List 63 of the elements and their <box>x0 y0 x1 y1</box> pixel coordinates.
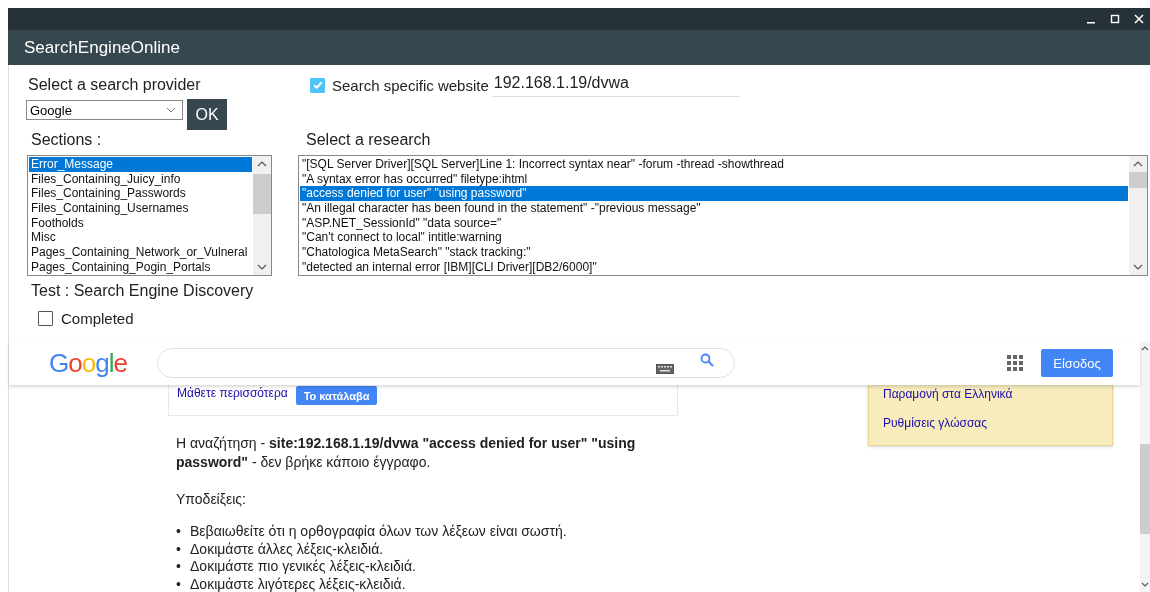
scroll-down-icon[interactable] <box>1141 582 1149 587</box>
keyboard-icon[interactable] <box>656 364 674 374</box>
checkbox[interactable] <box>38 311 53 326</box>
list-item[interactable]: Files_Containing_Juicy_info <box>29 171 252 187</box>
list-item[interactable]: "An illegal character has been found in the statement" -"previous message" <box>300 201 1128 216</box>
scrollbar[interactable] <box>253 156 271 275</box>
bullet: • <box>176 540 182 558</box>
list-item[interactable]: "Can't connect to local" intitle:warning <box>300 230 1128 246</box>
checkmark-icon <box>312 81 323 89</box>
apps-grid-icon[interactable] <box>1007 355 1023 371</box>
close-icon[interactable] <box>1134 14 1144 24</box>
hint-item: Βεβαιωθείτε ότι η ορθογραφία όλων των λέξεων είναι σωστή. <box>190 523 567 541</box>
scroll-up-icon[interactable] <box>257 161 267 167</box>
scroll-thumb[interactable] <box>1140 444 1150 534</box>
checkbox-label: Completed <box>61 310 134 327</box>
list-item[interactable]: "A syntax error has occurred" filetype:ihtml <box>300 171 1128 187</box>
learn-more-link[interactable]: Μάθετε περισσότερα <box>177 386 288 400</box>
list-item[interactable]: "access denied for user" "using password" <box>300 186 1128 202</box>
scrollbar[interactable] <box>1129 156 1147 275</box>
language-link[interactable]: Παραμονή στα Ελληνικά <box>883 387 1112 401</box>
sections-label: Sections : <box>31 131 103 149</box>
scroll-thumb[interactable] <box>253 174 271 214</box>
chevron-down-icon <box>166 107 176 113</box>
list-item[interactable]: "[SQL Server Driver][SQL Server]Line 1: Incorrect syntax near" -forum -thread -showthread <box>300 157 1128 172</box>
search-icon[interactable] <box>700 353 714 367</box>
list-item[interactable]: Files_Containing_Usernames <box>29 201 252 216</box>
list-item[interactable]: Error_Message <box>29 157 252 172</box>
checkbox[interactable] <box>310 77 325 93</box>
list-item[interactable]: Pages_Containing_Network_or_Vulneral <box>29 245 252 260</box>
scroll-down-icon[interactable] <box>1133 264 1143 270</box>
hint-item: Δοκιμάστε πιο γενικές λέξεις-κλειδιά. <box>190 558 416 576</box>
sign-in-button[interactable]: Είσοδος <box>1041 349 1113 377</box>
google-logo[interactable]: Google <box>49 347 157 379</box>
hints-heading: Υποδείξεις: <box>176 490 247 509</box>
window-title: SearchEngineOnline <box>24 37 180 58</box>
scrollbar[interactable] <box>1140 341 1150 592</box>
list-item[interactable]: "Chatologica MetaSearch" "stack tracking:" <box>300 245 1128 260</box>
research-label: Select a research <box>306 131 431 149</box>
list-item[interactable]: Footholds <box>29 215 252 231</box>
bullet: • <box>176 575 182 592</box>
list-item[interactable]: "detected an internal error [IBM][CLI Driver][DB2/6000]" <box>300 259 1128 275</box>
bullet: • <box>176 558 182 576</box>
list-item[interactable]: Misc <box>29 230 252 246</box>
provider-label: Select a search provider <box>28 76 202 94</box>
scroll-thumb[interactable] <box>1129 172 1147 188</box>
list-item[interactable]: Pages_Containing_Pogin_Portals <box>29 259 252 275</box>
bullet: • <box>176 523 182 541</box>
language-link[interactable]: Ρυθμίσεις γλώσσας <box>883 416 1112 430</box>
test-title: Test : Search Engine Discovery <box>31 282 255 301</box>
hint-item: Δοκιμάστε λιγότερες λέξεις-κλειδιά. <box>190 575 406 592</box>
scroll-down-icon[interactable] <box>257 264 267 270</box>
hint-item: Δοκιμάστε άλλες λέξεις-κλειδιά. <box>190 540 384 558</box>
checkbox-label: Search specific website <box>332 76 489 94</box>
got-it-button[interactable]: Το κατάλαβα <box>295 386 378 405</box>
no-results-message: Η αναζήτηση - site:192.168.1.19/dvwa "access denied for user" "using password" - δεν βρήκε κάποιο έγγραφο. <box>176 434 637 472</box>
ok-button[interactable]: OK <box>187 99 227 130</box>
scroll-up-icon[interactable] <box>1141 346 1149 351</box>
provider-dropdown[interactable]: Google <box>26 100 183 120</box>
maximize-icon[interactable] <box>1110 14 1120 24</box>
list-item[interactable]: Files_Containing_Passwords <box>29 186 252 202</box>
website-field[interactable]: 192.168.1.19/dvwa <box>491 73 740 97</box>
list-item[interactable]: "ASP.NET_SessionId" "data source=" <box>300 215 1128 231</box>
scroll-up-icon[interactable] <box>1133 161 1143 167</box>
